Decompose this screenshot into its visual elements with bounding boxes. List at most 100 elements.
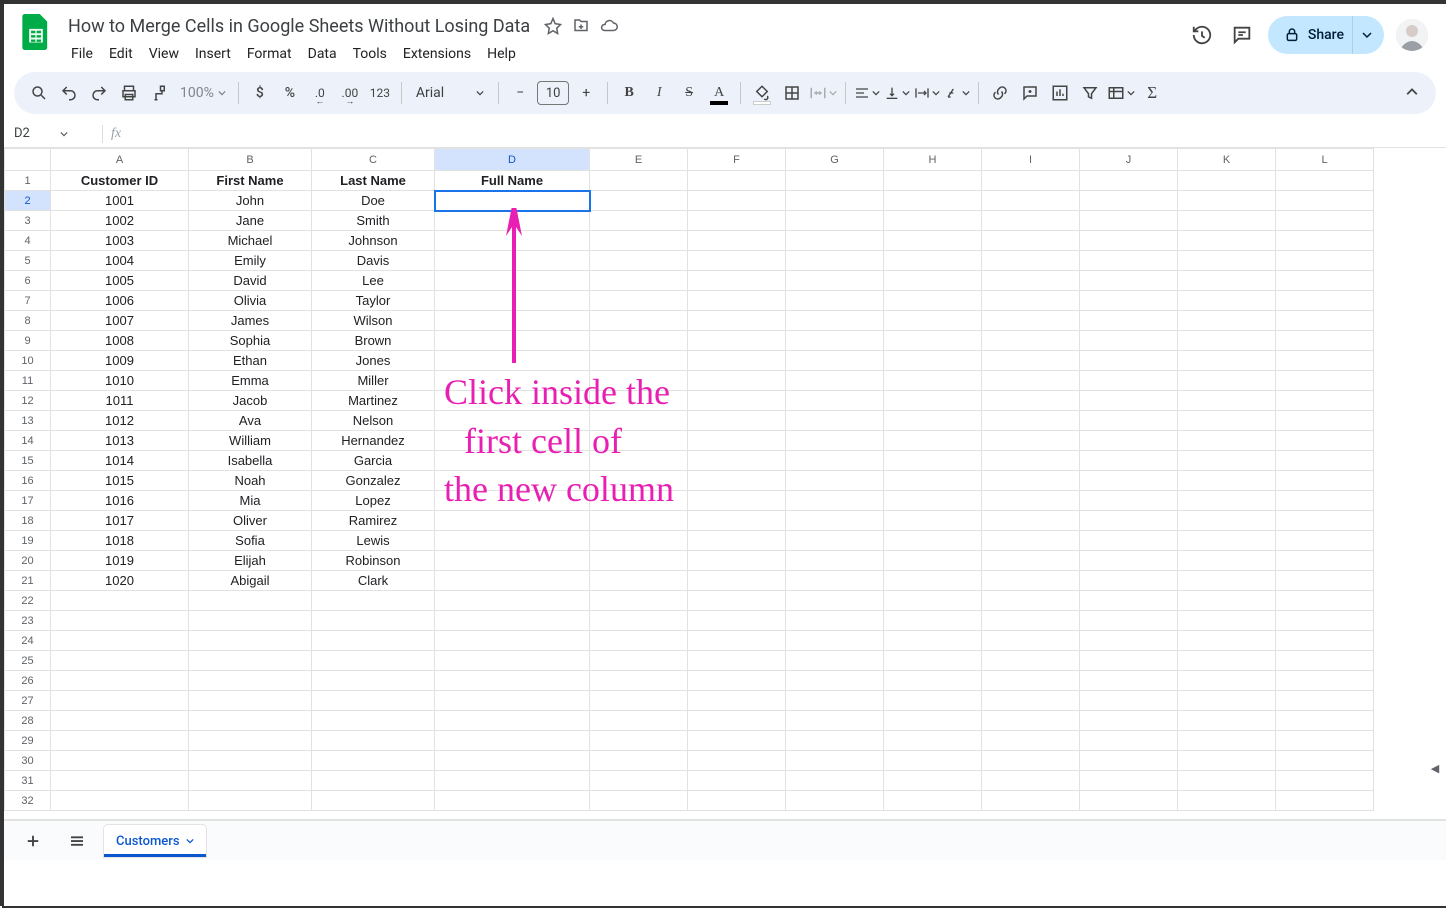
cell[interactable]: Martinez <box>312 391 435 411</box>
cell[interactable] <box>982 591 1080 611</box>
cell[interactable] <box>786 491 884 511</box>
cell[interactable] <box>884 351 982 371</box>
cell[interactable] <box>435 771 590 791</box>
row-header[interactable]: 21 <box>5 571 51 591</box>
cell[interactable] <box>688 171 786 191</box>
cell[interactable] <box>884 331 982 351</box>
cell[interactable] <box>189 671 312 691</box>
cell[interactable] <box>786 791 884 811</box>
cell[interactable] <box>982 271 1080 291</box>
cell[interactable] <box>1080 511 1178 531</box>
row-header[interactable]: 19 <box>5 531 51 551</box>
select-all-corner[interactable] <box>5 149 51 171</box>
cell[interactable] <box>982 611 1080 631</box>
cell[interactable] <box>51 791 189 811</box>
cell[interactable] <box>688 511 786 531</box>
cell[interactable] <box>312 591 435 611</box>
cell[interactable] <box>1178 611 1276 631</box>
cell[interactable] <box>982 351 1080 371</box>
increase-decimal-icon[interactable]: .00→ <box>337 79 363 107</box>
cell[interactable] <box>312 611 435 631</box>
cell[interactable] <box>1080 191 1178 211</box>
menu-insert[interactable]: Insert <box>188 42 238 66</box>
menu-data[interactable]: Data <box>301 42 344 66</box>
cell[interactable] <box>688 471 786 491</box>
cell[interactable]: Johnson <box>312 231 435 251</box>
cell[interactable] <box>590 611 688 631</box>
cell[interactable] <box>435 211 590 231</box>
cell[interactable] <box>688 751 786 771</box>
cell[interactable] <box>1178 211 1276 231</box>
cell[interactable] <box>1178 491 1276 511</box>
decrease-font-size-icon[interactable]: − <box>507 79 533 107</box>
cell[interactable] <box>1178 571 1276 591</box>
cell[interactable] <box>1080 351 1178 371</box>
cell[interactable] <box>1276 691 1374 711</box>
increase-font-size-icon[interactable]: + <box>573 79 599 107</box>
row-header[interactable]: 24 <box>5 631 51 651</box>
cell[interactable] <box>435 291 590 311</box>
cell[interactable] <box>786 271 884 291</box>
cell[interactable] <box>884 571 982 591</box>
cell[interactable] <box>1276 411 1374 431</box>
cell[interactable] <box>786 451 884 471</box>
insert-chart-icon[interactable] <box>1047 79 1073 107</box>
cell[interactable] <box>590 631 688 651</box>
cell[interactable] <box>590 591 688 611</box>
cell[interactable] <box>688 711 786 731</box>
cell[interactable] <box>786 551 884 571</box>
cell[interactable] <box>884 791 982 811</box>
cell[interactable] <box>982 631 1080 651</box>
menu-help[interactable]: Help <box>480 42 523 66</box>
cell[interactable] <box>982 751 1080 771</box>
cell[interactable] <box>1178 271 1276 291</box>
cell[interactable] <box>1178 551 1276 571</box>
cell[interactable] <box>982 771 1080 791</box>
row-header[interactable]: 11 <box>5 371 51 391</box>
cell[interactable] <box>982 291 1080 311</box>
menu-edit[interactable]: Edit <box>102 42 140 66</box>
spreadsheet-grid[interactable]: ABCDEFGHIJKL1Customer IDFirst NameLast N… <box>4 148 1446 820</box>
column-header[interactable]: C <box>312 149 435 171</box>
cell[interactable]: 1013 <box>51 431 189 451</box>
cell[interactable]: 1008 <box>51 331 189 351</box>
cell[interactable] <box>1080 671 1178 691</box>
cell[interactable] <box>786 531 884 551</box>
cell[interactable] <box>51 611 189 631</box>
formula-input[interactable] <box>121 126 1446 141</box>
cell[interactable] <box>1080 531 1178 551</box>
row-header[interactable]: 29 <box>5 731 51 751</box>
cell[interactable] <box>590 291 688 311</box>
cell[interactable]: Jane <box>189 211 312 231</box>
cell[interactable] <box>884 551 982 571</box>
cell[interactable] <box>1178 411 1276 431</box>
cell[interactable] <box>1080 271 1178 291</box>
cell[interactable] <box>435 411 590 431</box>
add-sheet-icon[interactable] <box>16 826 50 856</box>
sheets-logo[interactable] <box>16 12 56 52</box>
account-avatar[interactable] <box>1396 19 1428 51</box>
cell[interactable] <box>982 531 1080 551</box>
decrease-decimal-icon[interactable]: .0← <box>307 79 333 107</box>
column-header[interactable]: I <box>982 149 1080 171</box>
column-header[interactable]: B <box>189 149 312 171</box>
cell[interactable] <box>688 431 786 451</box>
column-header[interactable]: K <box>1178 149 1276 171</box>
italic-icon[interactable]: I <box>646 79 672 107</box>
collapse-toolbar-icon[interactable] <box>1400 81 1424 105</box>
cell[interactable] <box>1178 651 1276 671</box>
cell[interactable] <box>884 691 982 711</box>
cell[interactable] <box>590 651 688 671</box>
menu-file[interactable]: File <box>64 42 100 66</box>
cell[interactable] <box>688 191 786 211</box>
cell[interactable] <box>1178 671 1276 691</box>
cell[interactable] <box>688 691 786 711</box>
cell[interactable]: 1020 <box>51 571 189 591</box>
cell[interactable]: Nelson <box>312 411 435 431</box>
name-box[interactable]: D2 <box>14 126 94 141</box>
cell[interactable] <box>51 731 189 751</box>
row-header[interactable]: 27 <box>5 691 51 711</box>
cell[interactable]: Full Name <box>435 171 590 191</box>
vertical-align-icon[interactable] <box>884 79 910 107</box>
cell[interactable] <box>312 631 435 651</box>
